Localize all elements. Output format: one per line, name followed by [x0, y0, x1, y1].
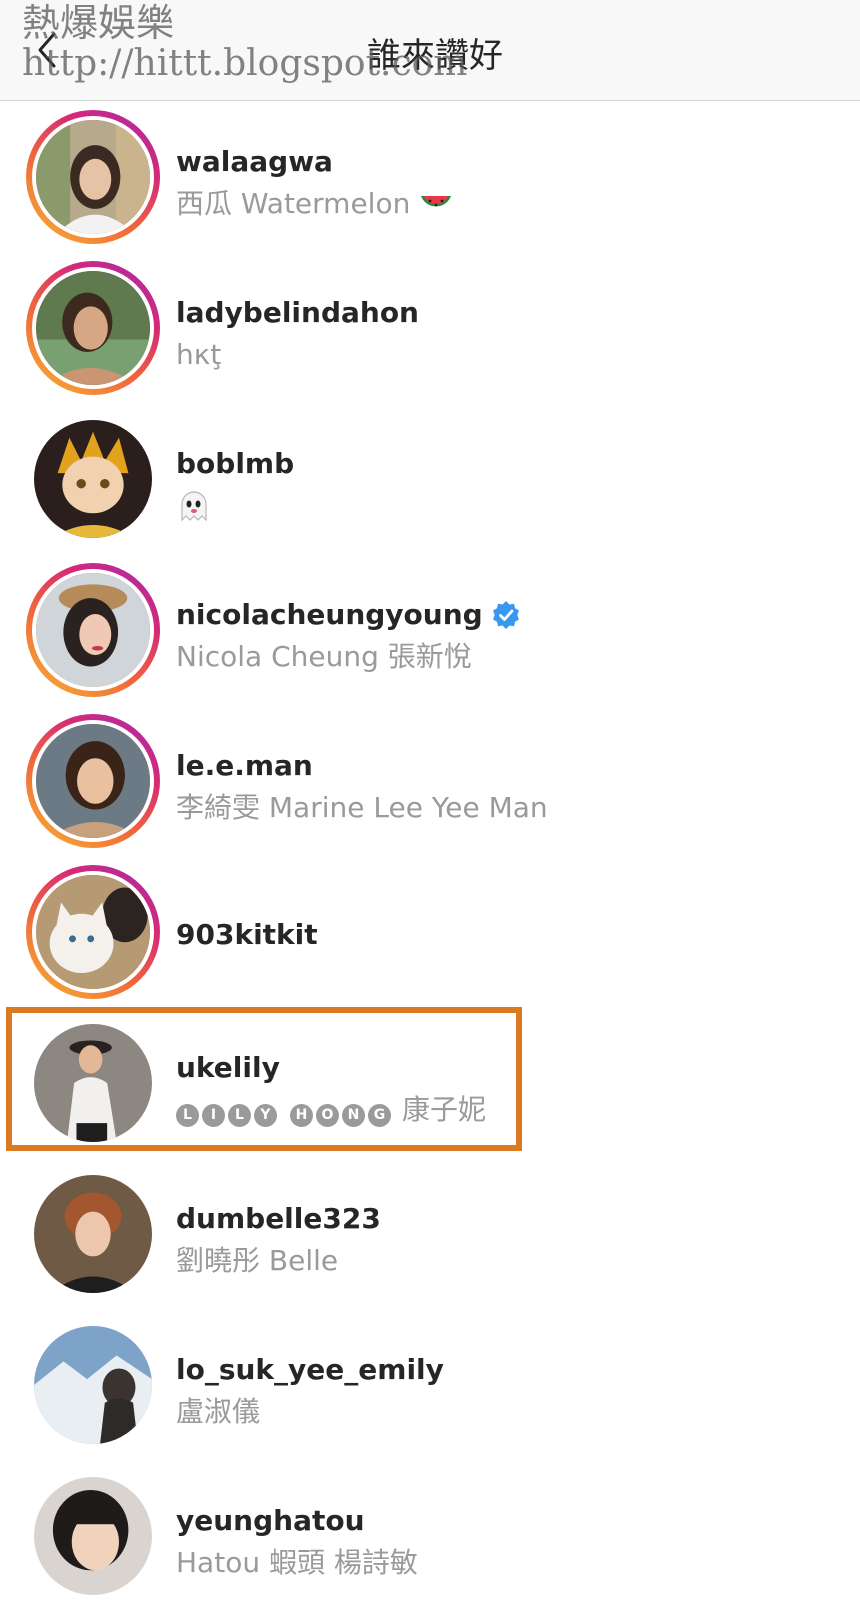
- avatar: [32, 871, 154, 993]
- story-ring[interactable]: [26, 865, 160, 999]
- list-item[interactable]: ladybelindahon hκţ: [0, 255, 860, 406]
- story-ring[interactable]: [26, 110, 160, 244]
- list-item[interactable]: 903kitkit: [0, 859, 860, 1010]
- lettered-name-chips: LILYHONG: [176, 1090, 394, 1130]
- avatar-frame[interactable]: [26, 1016, 160, 1150]
- list-item[interactable]: walaagwa 西瓜 Watermelon: [0, 104, 860, 255]
- list-item[interactable]: yeunghatou Hatou 蝦頭 楊詩敏: [0, 1463, 860, 1614]
- nav-header: 誰來讚好 熱爆娛樂 http://hittt.blogspot.com: [0, 0, 860, 101]
- full-name: LILYHONG 康子妮: [176, 1090, 486, 1130]
- avatar: [32, 267, 154, 389]
- avatar-frame[interactable]: [26, 1167, 160, 1301]
- list-item[interactable]: dumbelle323 劉曉彤 Belle: [0, 1161, 860, 1312]
- avatar: [34, 420, 152, 538]
- username[interactable]: dumbelle323: [176, 1201, 381, 1237]
- avatar: [34, 1024, 152, 1142]
- letter-chip: H: [290, 1104, 313, 1127]
- username[interactable]: yeunghatou: [176, 1503, 418, 1539]
- watermark-line1: 熱爆娛樂: [22, 1, 175, 45]
- full-name: 盧淑儀: [176, 1395, 261, 1428]
- avatar-frame[interactable]: [26, 1318, 160, 1452]
- full-name: 西瓜 Watermelon: [176, 184, 454, 224]
- avatar: [32, 116, 154, 238]
- list-item[interactable]: le.e.man 李綺雯 Marine Lee Yee Man: [0, 708, 860, 859]
- likers-list: walaagwa 西瓜 Watermelon ladybelindahon hκ…: [0, 104, 860, 1614]
- avatar-frame[interactable]: [26, 412, 160, 546]
- story-ring[interactable]: [26, 261, 160, 395]
- full-name: 劉曉彤 Belle: [176, 1244, 339, 1277]
- full-name: hκţ: [176, 338, 222, 371]
- full-name: [176, 486, 294, 526]
- username[interactable]: walaagwa: [176, 144, 454, 180]
- ghost-icon: [181, 491, 207, 522]
- list-item[interactable]: boblmb: [0, 406, 860, 557]
- username[interactable]: boblmb: [176, 446, 294, 482]
- avatar: [34, 1477, 152, 1595]
- username[interactable]: ukelily: [176, 1050, 486, 1086]
- username-text: nicolacheungyoung: [176, 598, 483, 631]
- list-item[interactable]: nicolacheungyoung Nicola Cheung 張新悅: [0, 557, 860, 708]
- full-name: 李綺雯 Marine Lee Yee Man: [176, 791, 548, 824]
- username[interactable]: 903kitkit: [176, 917, 318, 953]
- watermark-url: http://hittt.blogspot.com: [22, 43, 468, 84]
- full-name-text: 康子妮: [402, 1093, 487, 1126]
- story-ring[interactable]: [26, 563, 160, 697]
- watermark: 熱爆娛樂 http://hittt.blogspot.com: [22, 4, 467, 82]
- username[interactable]: lo_suk_yee_emily: [176, 1352, 444, 1388]
- full-name: Nicola Cheung 張新悅: [176, 640, 472, 673]
- verified-badge-icon: [492, 601, 519, 629]
- letter-chip: Y: [254, 1104, 277, 1127]
- letter-chip: I: [202, 1104, 225, 1127]
- list-item[interactable]: lo_suk_yee_emily 盧淑儀: [0, 1312, 860, 1463]
- avatar: [32, 569, 154, 691]
- story-ring[interactable]: [26, 714, 160, 848]
- avatar-frame[interactable]: [26, 1469, 160, 1603]
- avatar: [34, 1326, 152, 1444]
- full-name: Hatou 蝦頭 楊詩敏: [176, 1546, 418, 1579]
- username[interactable]: le.e.man: [176, 748, 548, 784]
- list-item[interactable]: ukelily LILYHONG 康子妮: [0, 1010, 860, 1161]
- letter-chip: G: [368, 1104, 391, 1127]
- letter-chip: L: [228, 1104, 251, 1127]
- full-name-text: 西瓜 Watermelon: [176, 187, 411, 220]
- avatar: [32, 720, 154, 842]
- letter-chip: L: [176, 1104, 199, 1127]
- username[interactable]: nicolacheungyoung: [176, 597, 521, 633]
- letter-chip: N: [342, 1104, 365, 1127]
- avatar: [34, 1175, 152, 1293]
- letter-chip: O: [316, 1104, 339, 1127]
- username[interactable]: ladybelindahon: [176, 295, 419, 331]
- watermelon-icon: [421, 196, 452, 207]
